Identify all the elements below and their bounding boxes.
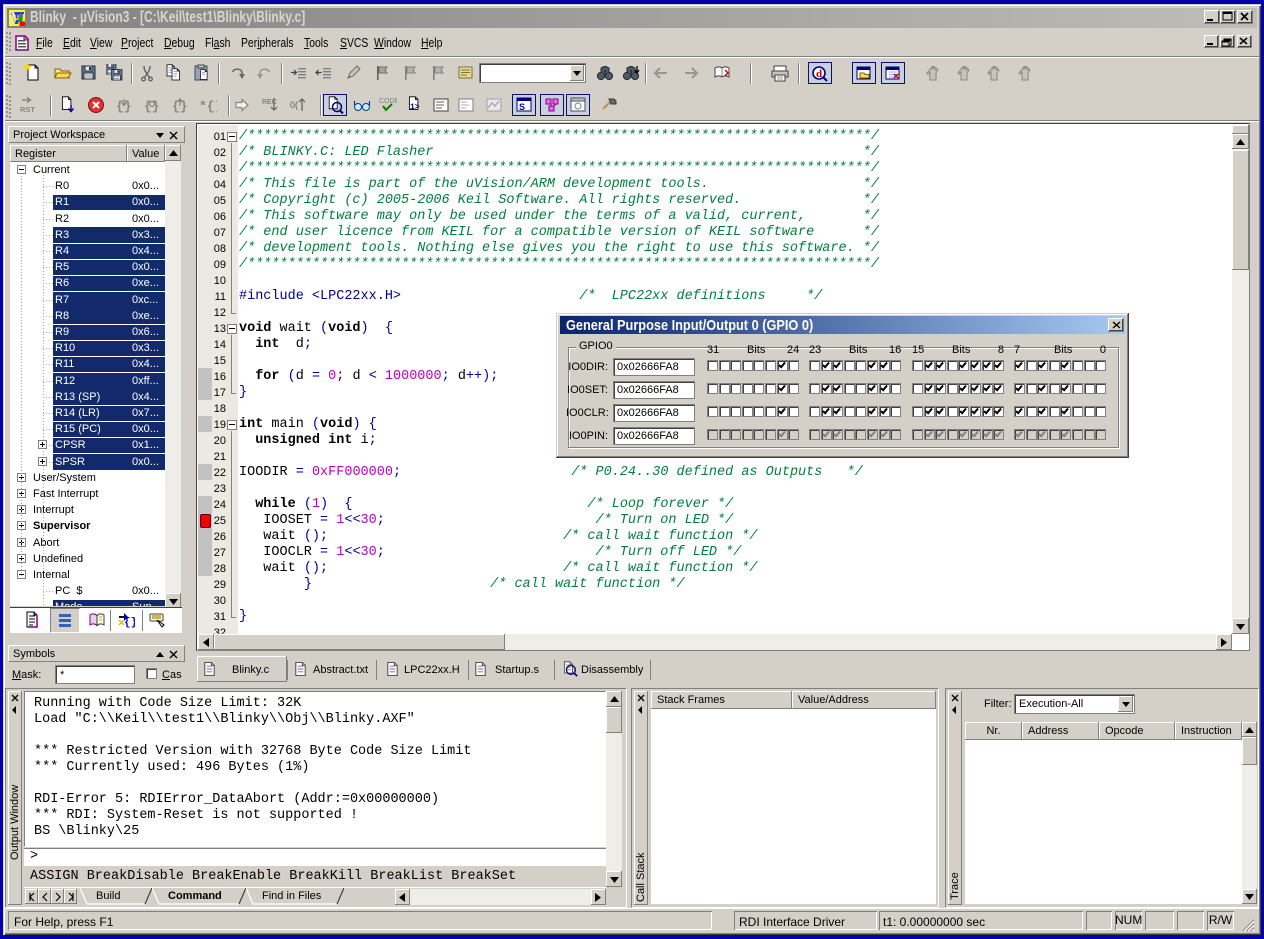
svg-text:*{}: *{} bbox=[199, 99, 217, 114]
svg-text:CODE: CODE bbox=[379, 98, 397, 105]
svg-text:d: d bbox=[816, 68, 822, 80]
svg-text:µ: µ bbox=[14, 12, 19, 22]
svg-text:1>: 1> bbox=[410, 103, 420, 112]
svg-text:{}: {} bbox=[124, 617, 135, 629]
svg-text:0(: 0( bbox=[290, 100, 298, 110]
svg-text:RST: RST bbox=[20, 105, 35, 114]
svg-text:S: S bbox=[519, 102, 525, 112]
